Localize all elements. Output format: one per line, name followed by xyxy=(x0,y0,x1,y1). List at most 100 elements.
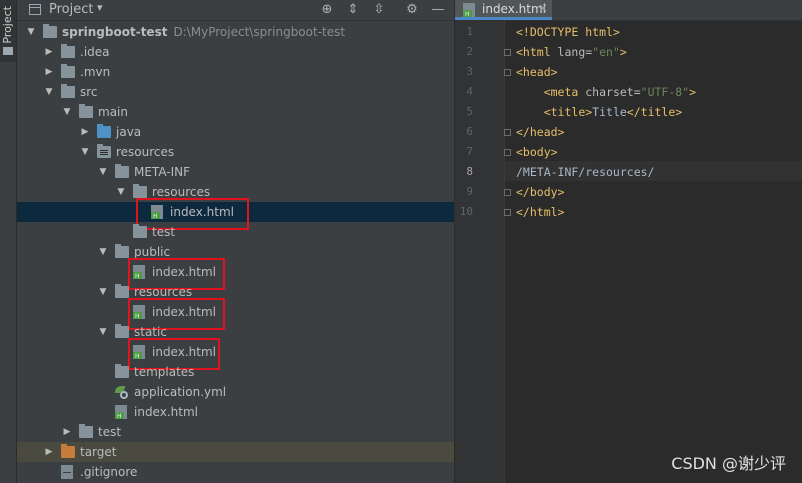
chevron-down-icon[interactable]: ▼ xyxy=(97,242,109,262)
tree-row[interactable]: templates xyxy=(17,362,454,382)
chevron-right-icon[interactable]: ▶ xyxy=(79,122,91,142)
code-line[interactable]: <!DOCTYPE html> xyxy=(516,22,620,42)
chevron-down-icon[interactable]: ▼ xyxy=(97,322,109,342)
tree-row[interactable]: ▶ test xyxy=(17,422,454,442)
project-view-icon xyxy=(29,4,41,15)
code-line[interactable]: <title>Title</title> xyxy=(516,102,682,122)
line-number: 3 xyxy=(466,65,473,78)
tree-item-label: java xyxy=(116,125,142,139)
tree-item-label: test xyxy=(98,425,122,439)
tree-row[interactable]: ▼ springboot-test D:\MyProject\springboot-… xyxy=(17,22,454,42)
folder-icon xyxy=(79,424,93,438)
chevron-down-icon[interactable]: ▼ xyxy=(97,162,109,182)
tree-row[interactable]: ▶ .idea xyxy=(17,42,454,62)
chevron-down-icon[interactable]: ▼ xyxy=(61,102,73,122)
tree-row[interactable]: index.html xyxy=(17,342,454,362)
html-file-icon xyxy=(115,405,127,420)
tree-item-label: .idea xyxy=(80,45,110,59)
tree-row[interactable]: application.yml xyxy=(17,382,454,402)
hide-icon[interactable]: — xyxy=(430,1,446,19)
chevron-right-icon[interactable]: ▶ xyxy=(43,42,55,62)
tree-row[interactable]: ▶ .mvn xyxy=(17,62,454,82)
editor-area[interactable]: index.html × 1 2 3 4 5 6 7 8 9 10 <!DOCTYPE html>… xyxy=(455,0,802,483)
code-line[interactable]: <body> xyxy=(516,142,558,162)
fold-marker-icon[interactable] xyxy=(504,209,511,216)
tree-item-label: application.yml xyxy=(134,385,227,399)
folder-icon xyxy=(61,64,75,78)
line-number: 4 xyxy=(466,85,473,98)
tree-row[interactable]: ▼ static xyxy=(17,322,454,342)
line-number: 7 xyxy=(466,145,473,158)
tree-row[interactable]: ▼ src xyxy=(17,82,454,102)
code-line[interactable]: </body> xyxy=(516,182,564,202)
tree-row[interactable]: .gitignore xyxy=(17,462,454,482)
code-line[interactable]: </head> xyxy=(516,122,564,142)
folder-icon xyxy=(133,184,147,198)
line-number: 1 xyxy=(466,25,473,38)
tree-item-label: META-INF xyxy=(134,165,191,179)
excluded-folder-icon xyxy=(61,444,75,458)
project-panel: Project ▾ ⊕ ⇕ ⇳ ⚙ — ▼ springboot-test D:\M… xyxy=(17,0,454,483)
project-panel-title[interactable]: Project xyxy=(49,2,93,17)
project-path: D:\MyProject\springboot-test xyxy=(173,25,346,39)
collapse-all-icon[interactable]: ⇳ xyxy=(371,1,387,19)
tab-label: index.html xyxy=(482,2,546,16)
html-file-icon xyxy=(463,3,475,18)
module-folder-icon xyxy=(43,24,57,38)
tree-row[interactable]: ▼ resources xyxy=(17,142,454,162)
chevron-right-icon[interactable]: ▶ xyxy=(43,62,55,82)
fold-marker-icon[interactable] xyxy=(504,189,511,196)
line-number: 9 xyxy=(466,185,473,198)
tree-row[interactable]: index.html xyxy=(17,262,454,282)
tree-row[interactable]: ▼ main xyxy=(17,102,454,122)
tree-item-label: .gitignore xyxy=(80,465,138,479)
tree-item-label: src xyxy=(80,85,98,99)
fold-marker-icon[interactable] xyxy=(504,49,511,56)
chevron-down-icon[interactable]: ▼ xyxy=(115,182,127,202)
chevron-right-icon[interactable]: ▶ xyxy=(61,422,73,442)
editor-tab-bar: index.html × xyxy=(455,0,802,21)
tree-row[interactable]: ▶ target xyxy=(17,442,454,462)
tree-row[interactable]: ▼ resources xyxy=(17,282,454,302)
project-tool-tab[interactable]: Project xyxy=(0,0,16,62)
code-line[interactable]: <meta charset="UTF-8"> xyxy=(516,82,696,102)
line-number: 8 xyxy=(466,165,473,178)
fold-marker-icon[interactable] xyxy=(504,149,511,156)
chevron-down-icon[interactable]: ▼ xyxy=(79,142,91,162)
tree-item-label: index.html xyxy=(134,405,198,419)
tree-row[interactable]: ▼ META-INF xyxy=(17,162,454,182)
chevron-right-icon[interactable]: ▶ xyxy=(43,442,55,462)
tree-row[interactable]: ▶ java xyxy=(17,122,454,142)
code-line[interactable]: /META-INF/resources/ xyxy=(516,162,654,182)
folder-icon xyxy=(79,104,93,118)
close-icon[interactable]: × xyxy=(538,1,548,15)
chevron-down-icon[interactable]: ▾ xyxy=(97,1,103,14)
code-line[interactable]: <html lang="en"> xyxy=(516,42,627,62)
tree-row[interactable]: test xyxy=(17,222,454,242)
line-number: 6 xyxy=(466,125,473,138)
folder-icon xyxy=(115,164,129,178)
fold-marker-icon[interactable] xyxy=(504,129,511,136)
line-number: 10 xyxy=(459,205,473,218)
code-line[interactable]: </html> xyxy=(516,202,564,222)
fold-marker-icon[interactable] xyxy=(504,69,511,76)
line-number-gutter: 1 2 3 4 5 6 7 8 9 10 xyxy=(455,21,505,483)
chevron-down-icon[interactable]: ▼ xyxy=(25,22,37,42)
tree-row[interactable]: index.html xyxy=(17,302,454,322)
tree-item-label: target xyxy=(80,445,117,459)
chevron-down-icon[interactable]: ▼ xyxy=(43,82,55,102)
source-folder-icon xyxy=(97,124,111,138)
tree-row[interactable]: ▼ public xyxy=(17,242,454,262)
settings-icon[interactable]: ⚙ xyxy=(404,1,420,19)
folder-icon xyxy=(115,324,129,338)
tab-index-html[interactable]: index.html × xyxy=(455,0,552,20)
folder-icon xyxy=(115,244,129,258)
expand-all-icon[interactable]: ⇕ xyxy=(345,1,361,19)
tree-row[interactable]: index.html xyxy=(17,402,454,422)
code-line[interactable]: <head> xyxy=(516,62,558,82)
folder-icon xyxy=(115,364,129,378)
folder-icon xyxy=(133,224,147,238)
project-tool-tab-label: Project xyxy=(1,6,14,44)
chevron-down-icon[interactable]: ▼ xyxy=(97,282,109,302)
crosshair-icon[interactable]: ⊕ xyxy=(319,1,335,19)
